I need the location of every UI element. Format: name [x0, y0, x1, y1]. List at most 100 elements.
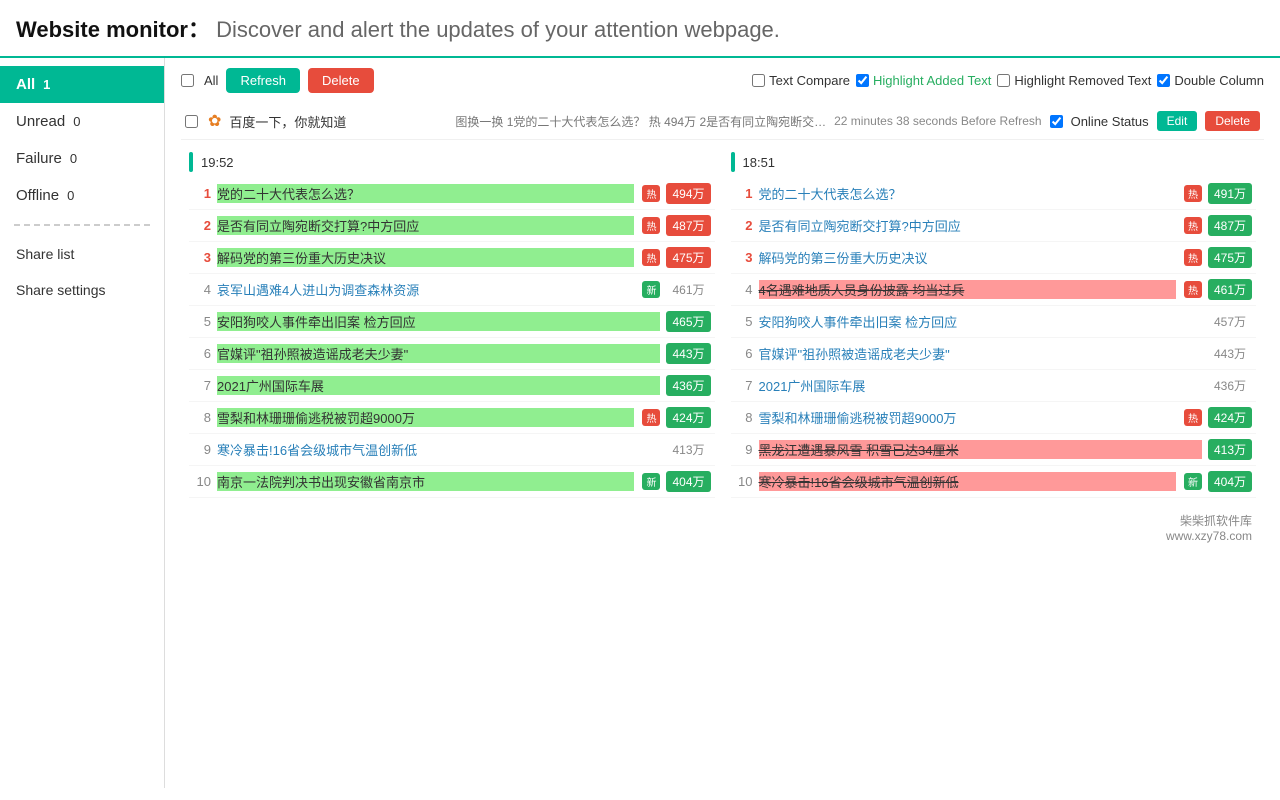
- new-tag: 新: [642, 281, 660, 298]
- rank-row: 6 官媒评"祖孙照被造谣成老夫少妻" 443万: [731, 338, 1257, 370]
- all-label: All: [204, 73, 218, 88]
- refresh-button[interactable]: Refresh: [226, 68, 300, 93]
- double-column-label[interactable]: Double Column: [1157, 73, 1264, 88]
- text-compare-checkbox[interactable]: [752, 74, 765, 87]
- rank-title[interactable]: 官媒评"祖孙照被造谣成老夫少妻": [759, 344, 1202, 363]
- rank-row: 5安阳狗咬人事件牵出旧案 检方回应465万: [189, 306, 715, 338]
- sidebar-badge-offline: 0: [67, 188, 74, 203]
- rank-number: 8: [193, 410, 211, 425]
- hot-tag: 热: [642, 217, 660, 234]
- all-label-text: All: [204, 73, 218, 88]
- hot-tag: 热: [1184, 409, 1202, 426]
- highlight-added-checkbox[interactable]: [856, 74, 869, 87]
- rank-title[interactable]: 寒冷暴击!16省会级城市气温创新低: [759, 472, 1176, 491]
- rank-count: 465万: [666, 311, 710, 332]
- rank-title[interactable]: 寒冷暴击!16省会级城市气温创新低: [217, 440, 660, 459]
- time-bar-2: [731, 152, 735, 172]
- site-name: 百度一下，你就知道: [229, 112, 447, 131]
- rank-count: 494万: [666, 183, 710, 204]
- sidebar-label-all: All: [16, 76, 35, 93]
- highlight-removed-checkbox[interactable]: [997, 74, 1010, 87]
- rank-row: 44名遇难地质人员身份披露 均当过兵热461万: [731, 274, 1257, 306]
- sidebar-item-all[interactable]: All 1: [0, 66, 164, 103]
- rank-number: 6: [735, 346, 753, 361]
- hot-tag: 热: [1184, 281, 1202, 298]
- online-status-label: Online Status: [1071, 114, 1149, 129]
- rank-title[interactable]: 解码党的第三份重大历史决议: [217, 248, 634, 267]
- rank-title[interactable]: 2021广州国际车展: [217, 376, 660, 395]
- rank-row: 10南京一法院判决书出现安徽省南京市新404万: [189, 466, 715, 498]
- rank-number: 4: [193, 282, 211, 297]
- rank-title[interactable]: 雪梨和林珊珊偷逃税被罚超9000万: [217, 408, 634, 427]
- rank-title[interactable]: 党的二十大代表怎么选？: [759, 184, 1176, 203]
- select-all-checkbox[interactable]: [181, 74, 194, 87]
- time-bar-1: [189, 152, 193, 172]
- rank-row: 72021广州国际车展436万: [731, 370, 1257, 402]
- text-compare-text: Text Compare: [769, 73, 850, 88]
- edit-button[interactable]: Edit: [1157, 111, 1198, 131]
- snapshot1-time: 19:52: [201, 155, 234, 170]
- sidebar-label-offline: Offline: [16, 187, 59, 204]
- rank-row: 9黑龙江遭遇暴风雪 积雪已达34厘米413万: [731, 434, 1257, 466]
- rank-count: 436万: [1208, 375, 1252, 396]
- rank-count: 443万: [1208, 343, 1252, 364]
- sidebar-item-unread[interactable]: Unread 0: [0, 103, 164, 140]
- rank-title[interactable]: 是否有同立陶宛断交打算?中方回应: [759, 216, 1176, 235]
- rank-title[interactable]: 解码党的第三份重大历史决议: [759, 248, 1176, 267]
- sidebar-badge-unread: 0: [73, 114, 80, 129]
- rank-row: 6官媒评"祖孙照被造谣成老夫少妻"443万: [189, 338, 715, 370]
- main-layout: All 1 Unread 0 Failure 0 Offline 0 Share…: [0, 58, 1280, 788]
- rank-count: 436万: [666, 375, 710, 396]
- rank-title[interactable]: 2021广州国际车展: [759, 376, 1202, 395]
- sidebar-item-offline[interactable]: Offline 0: [0, 177, 164, 214]
- rank-row: 3解码党的第三份重大历史决议热475万: [731, 242, 1257, 274]
- double-column-checkbox[interactable]: [1157, 74, 1170, 87]
- sidebar-item-share-list[interactable]: Share list: [0, 236, 164, 272]
- rank-count: 475万: [666, 247, 710, 268]
- highlight-added-label[interactable]: Highlight Added Text: [856, 73, 991, 88]
- rank-title[interactable]: 4名遇难地质人员身份披露 均当过兵: [759, 280, 1176, 299]
- rank-count: 404万: [666, 471, 710, 492]
- highlight-removed-label[interactable]: Highlight Removed Text: [997, 73, 1151, 88]
- snapshot1-col: 19:52 1党的二十大代表怎么选？热494万2是否有同立陶宛断交打算?中方回应…: [181, 140, 723, 498]
- rank-count: 487万: [1208, 215, 1252, 236]
- rank-count: 424万: [666, 407, 710, 428]
- rank-title[interactable]: 安阳狗咬人事件牵出旧案 检方回应: [217, 312, 660, 331]
- page-title: Website monitor： Discover and alert the …: [16, 17, 780, 42]
- rank-number: 3: [193, 250, 211, 265]
- rank-title[interactable]: 官媒评"祖孙照被造谣成老夫少妻": [217, 344, 660, 363]
- rank-title[interactable]: 党的二十大代表怎么选？: [217, 184, 634, 203]
- rank-title[interactable]: 安阳狗咬人事件牵出旧案 检方回应: [759, 312, 1202, 331]
- rank-count: 404万: [1208, 471, 1252, 492]
- rank-title[interactable]: 是否有同立陶宛断交打算?中方回应: [217, 216, 634, 235]
- share-list-label: Share list: [16, 246, 74, 262]
- rank-count: 491万: [1208, 183, 1252, 204]
- toolbar-right: Text Compare Highlight Added Text Highli…: [752, 73, 1264, 88]
- hot-tag: 热: [1184, 249, 1202, 266]
- rank-row: 8雪梨和林珊珊偷逃税被罚超9000万热424万: [731, 402, 1257, 434]
- sidebar-item-failure[interactable]: Failure 0: [0, 140, 164, 177]
- sidebar-item-share-settings[interactable]: Share settings: [0, 272, 164, 308]
- hot-tag: 热: [642, 249, 660, 266]
- sidebar-label-unread: Unread: [16, 113, 65, 130]
- site-checkbox[interactable]: [185, 115, 198, 128]
- brand-text: 柴柴抓软件库www.xzy78.com: [1166, 514, 1252, 543]
- text-compare-label[interactable]: Text Compare: [752, 73, 850, 88]
- compare-panel: 19:52 1党的二十大代表怎么选？热494万2是否有同立陶宛断交打算?中方回应…: [181, 140, 1264, 498]
- delete-button[interactable]: Delete: [1205, 111, 1260, 131]
- rank-row: 9寒冷暴击!16省会级城市气温创新低413万: [189, 434, 715, 466]
- rank-title[interactable]: 哀军山遇难4人进山为调查森林资源: [217, 280, 634, 299]
- rank-row: 8雪梨和林珊珊偷逃税被罚超9000万热424万: [189, 402, 715, 434]
- rank-number: 1: [193, 186, 211, 201]
- toolbar: All Refresh Delete Text Compare Highligh…: [181, 68, 1264, 93]
- header: Website monitor： Discover and alert the …: [0, 0, 1280, 58]
- rank-title[interactable]: 黑龙江遭遇暴风雪 积雪已达34厘米: [759, 440, 1202, 459]
- rank-row: 1党的二十大代表怎么选？热494万: [189, 178, 715, 210]
- delete-button-top[interactable]: Delete: [308, 68, 374, 93]
- online-status-checkbox[interactable]: [1050, 115, 1063, 128]
- rank-number: 9: [735, 442, 753, 457]
- rank-number: 10: [193, 474, 211, 489]
- rank-title[interactable]: 雪梨和林珊珊偷逃税被罚超9000万: [759, 408, 1176, 427]
- rank-title[interactable]: 南京一法院判决书出现安徽省南京市: [217, 472, 634, 491]
- snapshot2-col: 18:51 1党的二十大代表怎么选？热491万2是否有同立陶宛断交打算?中方回应…: [723, 140, 1265, 498]
